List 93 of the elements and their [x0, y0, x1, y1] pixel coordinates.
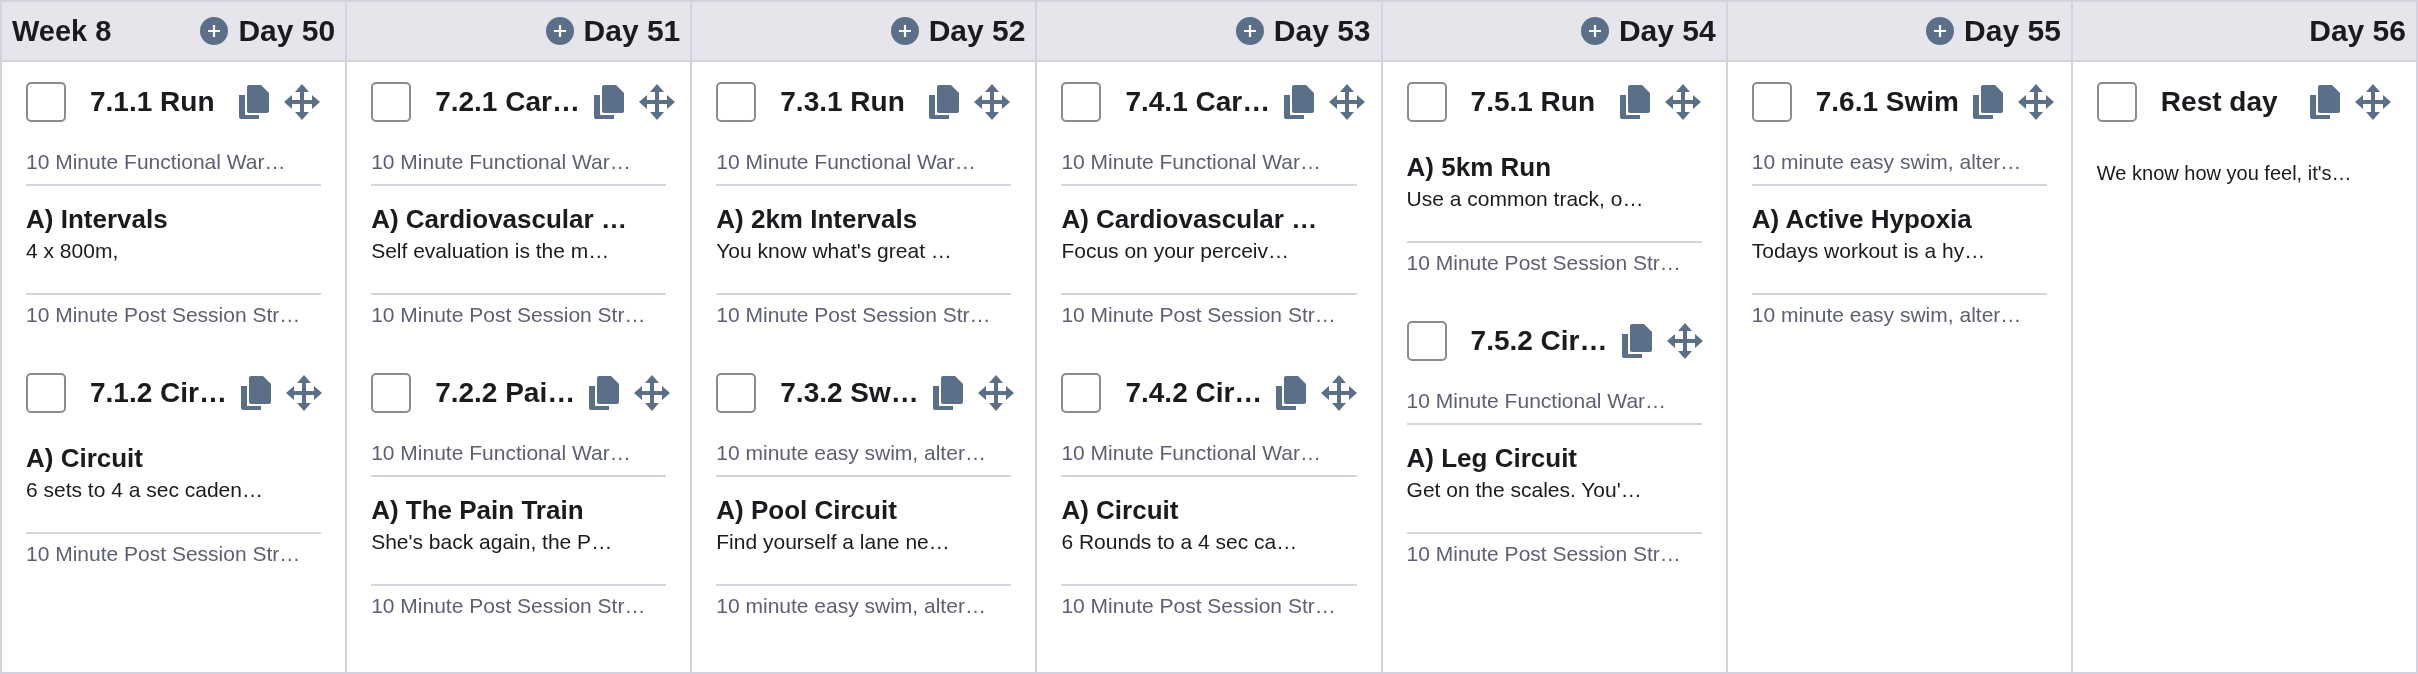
move-icon[interactable]: [973, 83, 1012, 121]
warmup-text: 10 minute easy swim, alter…: [1751, 144, 2047, 186]
workout-title[interactable]: 7.3.1 Run: [780, 86, 905, 118]
block-title: A) Pool Circuit: [716, 495, 898, 526]
move-icon[interactable]: [1320, 374, 1359, 412]
checkbox[interactable]: [26, 373, 66, 413]
workout-title[interactable]: 7.1.1 Run: [90, 86, 215, 118]
move-icon[interactable]: [976, 374, 1015, 412]
block-title: A) Circuit: [26, 443, 144, 474]
warmup-text: 10 Minute Functional War…: [1061, 435, 1357, 477]
day-label: Day 53: [1273, 14, 1371, 48]
warmup-text: 10 Minute Functional War…: [26, 144, 322, 186]
checkbox[interactable]: [1406, 321, 1447, 361]
add-icon[interactable]: [890, 17, 919, 45]
block-title: A) Cardiovascular …: [371, 204, 628, 235]
add-icon[interactable]: [1926, 17, 1955, 45]
block-description: Get on the scales. You'…: [1406, 478, 1643, 502]
cooldown-text: 10 minute easy swim, alter…: [716, 584, 1012, 624]
warmup-text: 10 Minute Functional War…: [716, 144, 1012, 186]
workout-title[interactable]: 7.2.2 Pai…: [435, 377, 576, 409]
day-label: Day 51: [583, 14, 681, 48]
day-label: Day 55: [1964, 14, 2061, 48]
week-label: Week 8: [12, 14, 112, 48]
move-icon[interactable]: [1663, 83, 1702, 121]
block-description: 6 Rounds to a 4 sec ca…: [1061, 530, 1299, 554]
checkbox[interactable]: [1061, 82, 1102, 122]
move-icon[interactable]: [637, 83, 676, 121]
block-description: Todays workout is a hy…: [1751, 239, 1987, 263]
checkbox[interactable]: [716, 82, 757, 122]
workout-title[interactable]: 7.3.2 Sw…: [780, 377, 919, 409]
add-icon[interactable]: [545, 17, 574, 45]
workout-title[interactable]: 7.5.2 Cir…: [1470, 325, 1608, 357]
rest-note: We know how you feel, it's…: [2096, 162, 2353, 185]
add-icon[interactable]: [1580, 17, 1609, 45]
block-title: A) Cardiovascular …: [1061, 204, 1319, 235]
block-title: A) Intervals: [26, 204, 169, 235]
block-description: Self evaluation is the m…: [371, 239, 611, 263]
block-title: A) Circuit: [1061, 495, 1180, 526]
move-icon[interactable]: [2016, 83, 2055, 121]
checkbox[interactable]: [1406, 82, 1447, 122]
block-title: A) Active Hypoxia: [1751, 204, 1973, 235]
block-description: 4 x 800m,: [26, 239, 120, 263]
checkbox[interactable]: [371, 373, 412, 413]
checkbox[interactable]: [716, 373, 757, 413]
cooldown-text: 10 Minute Post Session Str…: [1406, 532, 1702, 572]
block-title: A) 2km Intervals: [716, 204, 919, 235]
warmup-text: 10 Minute Functional War…: [1061, 144, 1357, 186]
block-title: A) 5km Run: [1406, 152, 1553, 183]
block-description: Find yourself a lane ne…: [716, 530, 951, 554]
cooldown-text: 10 Minute Post Session Str…: [371, 584, 667, 624]
block-description: 6 sets to 4 a sec caden…: [26, 478, 264, 502]
day-label: Day 52: [928, 14, 1026, 48]
cooldown-text: 10 Minute Post Session Str…: [1061, 584, 1357, 624]
block-description: You know what's great …: [716, 239, 953, 263]
warmup-text: 10 Minute Functional War…: [371, 144, 667, 186]
warmup-text: 10 minute easy swim, alter…: [716, 435, 1012, 477]
cooldown-text: 10 minute easy swim, alter…: [1751, 293, 2047, 333]
move-icon[interactable]: [1665, 322, 1704, 360]
checkbox[interactable]: [26, 82, 66, 122]
checkbox[interactable]: [1061, 373, 1102, 413]
workout-title[interactable]: 7.2.1 Car…: [435, 86, 580, 118]
cooldown-text: 10 Minute Post Session Str…: [371, 293, 667, 333]
day-label: Day 54: [1618, 14, 1716, 48]
workout-title[interactable]: Rest day: [2160, 86, 2278, 118]
workout-title[interactable]: 7.5.1 Run: [1470, 86, 1596, 118]
move-icon[interactable]: [284, 374, 323, 412]
block-description: She's back again, the P…: [371, 530, 614, 554]
block-title: A) Leg Circuit: [1406, 443, 1578, 474]
cooldown-text: 10 Minute Post Session Str…: [716, 293, 1012, 333]
move-icon[interactable]: [633, 374, 672, 412]
checkbox[interactable]: [371, 82, 412, 122]
workout-title[interactable]: 7.6.1 Swim: [1815, 86, 1959, 118]
warmup-text: 10 Minute Functional War…: [1406, 383, 1702, 425]
checkbox[interactable]: [2096, 82, 2137, 122]
warmup-text: 10 Minute Functional War…: [371, 435, 667, 477]
block-description: Use a common track, o…: [1406, 187, 1645, 211]
cooldown-text: 10 Minute Post Session Str…: [1406, 241, 1702, 281]
block-description: Focus on your perceiv…: [1061, 239, 1291, 263]
cooldown-text: 10 Minute Post Session Str…: [26, 293, 322, 333]
cooldown-text: 10 Minute Post Session Str…: [1061, 293, 1357, 333]
workout-title[interactable]: 7.4.1 Car…: [1125, 86, 1271, 118]
block-title: A) The Pain Train: [371, 495, 585, 526]
cooldown-text: 10 Minute Post Session Str…: [26, 532, 322, 572]
add-icon[interactable]: [1235, 17, 1264, 45]
day-label: Day 50: [238, 14, 336, 48]
move-icon[interactable]: [2354, 83, 2392, 121]
move-icon[interactable]: [283, 83, 322, 121]
workout-title[interactable]: 7.1.2 Cir…: [90, 377, 227, 409]
move-icon[interactable]: [1328, 83, 1367, 121]
day-label: Day 56: [2309, 14, 2406, 48]
workout-title[interactable]: 7.4.2 Cir…: [1125, 377, 1263, 409]
add-icon[interactable]: [200, 17, 229, 45]
checkbox[interactable]: [1751, 82, 1792, 122]
